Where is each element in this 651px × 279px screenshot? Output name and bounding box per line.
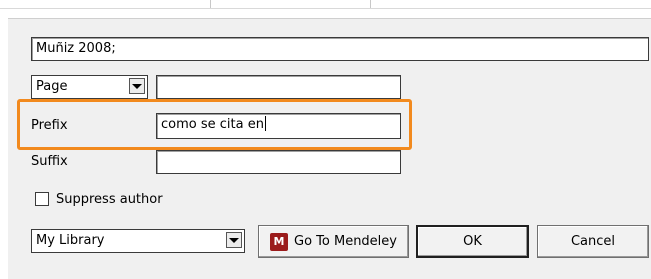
locator-type-select[interactable]: Page [31,75,148,99]
go-to-mendeley-label: Go To Mendeley [294,234,397,249]
mendeley-logo-icon: M [270,232,288,251]
chevron-down-icon[interactable] [226,232,242,248]
citation-field[interactable]: Muñiz 2008; [31,37,649,61]
ok-button[interactable]: OK [416,225,529,258]
prefix-highlight-box [17,99,412,150]
cancel-button[interactable]: Cancel [537,225,649,258]
go-to-mendeley-button[interactable]: M Go To Mendeley [258,225,409,258]
library-select[interactable]: My Library [31,229,245,253]
top-divider [0,0,651,9]
suffix-field[interactable] [156,150,401,174]
locator-value-field[interactable] [156,75,401,99]
locator-type-value: Page [36,79,68,94]
ok-label: OK [463,234,482,249]
suffix-label: Suffix [31,154,68,169]
library-value: My Library [36,233,105,248]
cancel-label: Cancel [570,234,616,249]
chevron-down-icon[interactable] [129,78,145,94]
suppress-author-checkbox[interactable] [35,192,49,206]
suppress-author-label[interactable]: Suppress author [56,190,163,210]
